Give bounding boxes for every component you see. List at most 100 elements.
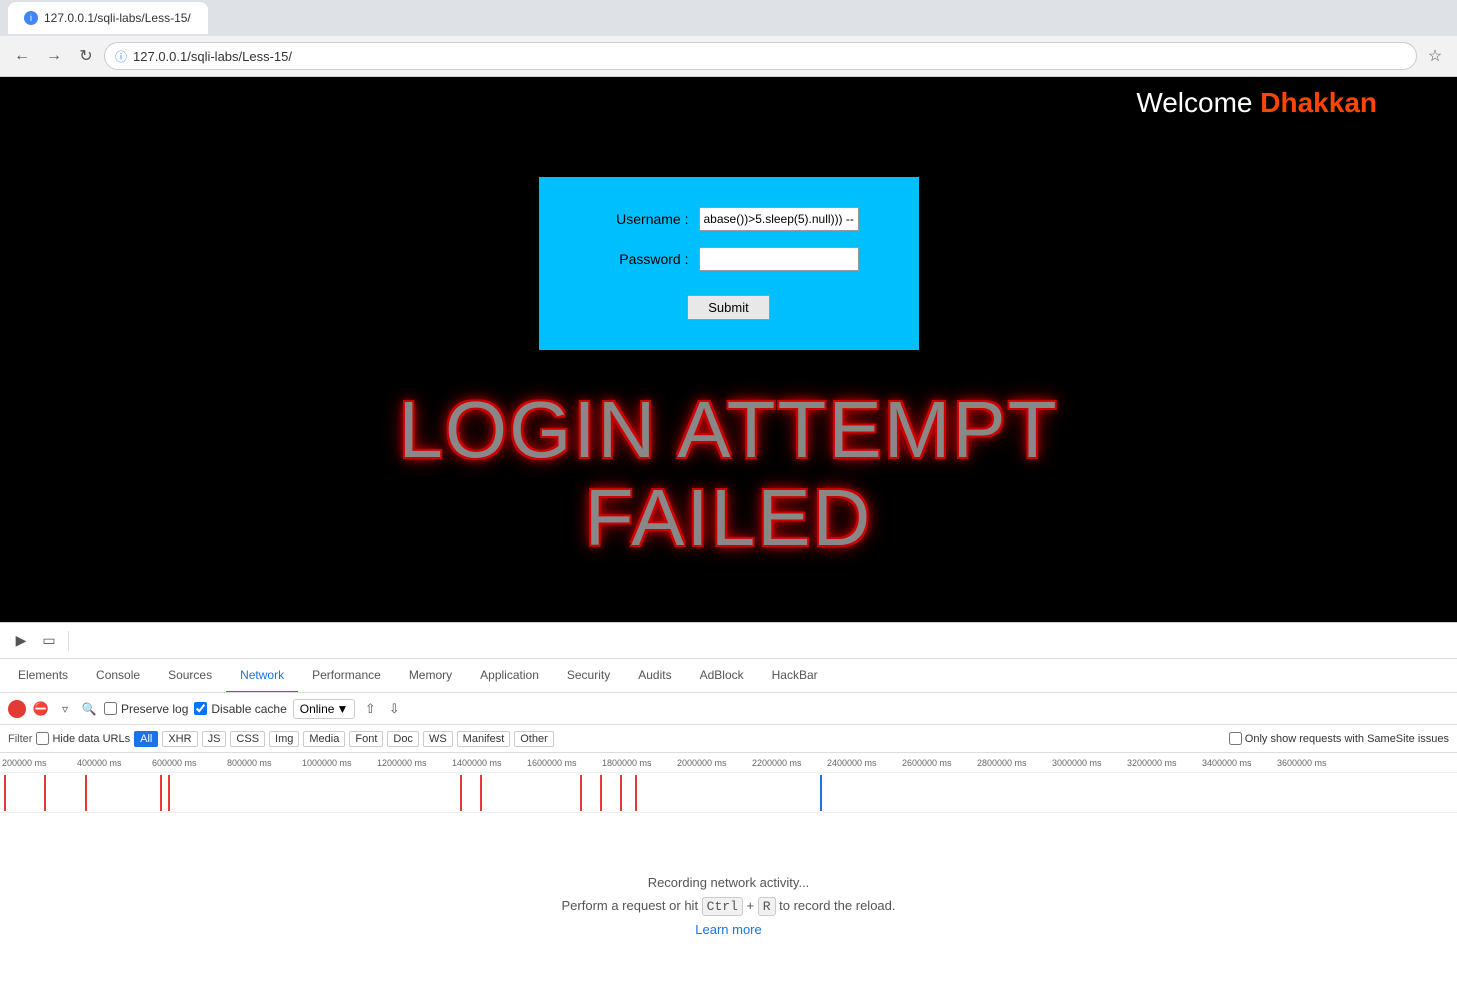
tl-label-3: 800000 ms xyxy=(225,758,300,768)
tab-performance[interactable]: Performance xyxy=(298,659,395,693)
toolbar-separator xyxy=(68,631,69,651)
devtools-tabs: Elements Console Sources Network Perform… xyxy=(0,659,1457,693)
filter-ws-button[interactable]: WS xyxy=(423,731,453,747)
bookmark-button[interactable]: ☆ xyxy=(1421,42,1449,70)
samesite-label[interactable]: Only show requests with SameSite issues xyxy=(1229,732,1449,745)
tl-label-11: 2400000 ms xyxy=(825,758,900,768)
learn-more-link[interactable]: Learn more xyxy=(695,922,761,937)
hide-data-urls-checkbox[interactable] xyxy=(36,732,49,745)
tab-application[interactable]: Application xyxy=(466,659,553,693)
throttle-chevron-icon: ▼ xyxy=(336,702,348,716)
disable-cache-label[interactable]: Disable cache xyxy=(194,702,286,716)
address-bar[interactable]: ⓘ 127.0.0.1/sqli-labs/Less-15/ xyxy=(104,42,1417,70)
timeline-labels: 200000 ms 400000 ms 600000 ms 800000 ms … xyxy=(0,753,1457,773)
tab-title: 127.0.0.1/sqli-labs/Less-15/ xyxy=(44,11,191,25)
tab-memory[interactable]: Memory xyxy=(395,659,466,693)
tab-hackbar[interactable]: HackBar xyxy=(758,659,832,693)
tl-bar-7 xyxy=(480,775,482,811)
devtools-icon-toolbar: ▶ ▭ xyxy=(0,623,1457,659)
tab-network[interactable]: Network xyxy=(226,659,298,693)
search-button[interactable]: 🔍 xyxy=(80,700,98,718)
nav-bar: ← → ↻ ⓘ 127.0.0.1/sqli-labs/Less-15/ ☆ xyxy=(0,36,1457,76)
filter-manifest-button[interactable]: Manifest xyxy=(457,731,511,747)
submit-button[interactable]: Submit xyxy=(687,295,769,320)
tl-bar-1 xyxy=(4,775,6,811)
tl-bar-9 xyxy=(600,775,602,811)
password-input[interactable] xyxy=(699,247,859,271)
tab-sources[interactable]: Sources xyxy=(154,659,226,693)
tl-label-1: 400000 ms xyxy=(75,758,150,768)
lock-icon: ⓘ xyxy=(115,48,127,65)
tl-bar-11 xyxy=(635,775,637,811)
tab-adblock[interactable]: AdBlock xyxy=(686,659,758,693)
import-button[interactable]: ⇧ xyxy=(361,700,379,718)
tl-bar-6 xyxy=(460,775,462,811)
tl-label-2: 600000 ms xyxy=(150,758,225,768)
device-toolbar-button[interactable]: ▭ xyxy=(36,628,62,654)
tl-label-12: 2600000 ms xyxy=(900,758,975,768)
filter-doc-button[interactable]: Doc xyxy=(387,731,419,747)
clear-button[interactable]: ⛔ xyxy=(32,700,50,718)
login-failed-message: LOGIN ATTEMPT FAILED xyxy=(398,386,1058,562)
tl-label-4: 1000000 ms xyxy=(300,758,375,768)
timeline-bars xyxy=(0,773,1457,813)
password-label: Password : xyxy=(599,251,689,267)
browser-chrome: i 127.0.0.1/sqli-labs/Less-15/ ← → ↻ ⓘ 1… xyxy=(0,0,1457,77)
tl-label-8: 1800000 ms xyxy=(600,758,675,768)
tab-bar: i 127.0.0.1/sqli-labs/Less-15/ xyxy=(0,0,1457,36)
network-main-area: Recording network activity... Perform a … xyxy=(0,813,1457,998)
tl-label-0: 200000 ms xyxy=(0,758,75,768)
filter-font-button[interactable]: Font xyxy=(349,731,383,747)
forward-button[interactable]: → xyxy=(40,42,68,70)
preserve-log-label[interactable]: Preserve log xyxy=(104,702,188,716)
record-button[interactable] xyxy=(8,700,26,718)
filter-bar: Filter Hide data URLs All XHR JS CSS Img… xyxy=(0,725,1457,753)
welcome-area: Welcome Dhakkan xyxy=(1136,87,1377,119)
tab-security[interactable]: Security xyxy=(553,659,624,693)
tl-label-9: 2000000 ms xyxy=(675,758,750,768)
filter-media-button[interactable]: Media xyxy=(303,731,345,747)
tl-label-17: 3600000 ms xyxy=(1275,758,1350,768)
password-row: Password : xyxy=(579,247,879,271)
welcome-label: Welcome xyxy=(1136,87,1252,118)
filter-button[interactable]: ▿ xyxy=(56,700,74,718)
reload-button[interactable]: ↻ xyxy=(72,42,100,70)
network-timeline: 200000 ms 400000 ms 600000 ms 800000 ms … xyxy=(0,753,1457,813)
browser-tab[interactable]: i 127.0.0.1/sqli-labs/Less-15/ xyxy=(8,2,208,34)
tl-bar-3 xyxy=(85,775,87,811)
network-toolbar: ⛔ ▿ 🔍 Preserve log Disable cache Online … xyxy=(0,693,1457,725)
filter-img-button[interactable]: Img xyxy=(269,731,299,747)
main-content: Welcome Dhakkan Username : Password : Su… xyxy=(0,77,1457,622)
recording-text: Recording network activity... xyxy=(648,875,810,890)
filter-all-button[interactable]: All xyxy=(134,731,158,747)
username-row: Username : xyxy=(579,207,879,231)
preserve-log-checkbox[interactable] xyxy=(104,702,117,715)
hide-data-urls-label[interactable]: Hide data URLs xyxy=(36,732,130,745)
filter-other-button[interactable]: Other xyxy=(514,731,554,747)
back-button[interactable]: ← xyxy=(8,42,36,70)
username-label: Username : xyxy=(599,211,689,227)
tl-bar-5 xyxy=(168,775,170,811)
filter-css-button[interactable]: CSS xyxy=(230,731,265,747)
filter-label: Filter xyxy=(8,733,32,745)
tl-label-13: 2800000 ms xyxy=(975,758,1050,768)
inspect-element-button[interactable]: ▶ xyxy=(8,628,34,654)
filter-js-button[interactable]: JS xyxy=(202,731,227,747)
throttle-select[interactable]: Online ▼ xyxy=(293,699,356,719)
tab-favicon: i xyxy=(24,11,38,25)
export-button[interactable]: ⇩ xyxy=(385,700,403,718)
username-input[interactable] xyxy=(699,207,859,231)
tl-label-6: 1400000 ms xyxy=(450,758,525,768)
tab-elements[interactable]: Elements xyxy=(4,659,82,693)
disable-cache-checkbox[interactable] xyxy=(194,702,207,715)
samesite-checkbox[interactable] xyxy=(1229,732,1242,745)
tl-bar-10 xyxy=(620,775,622,811)
filter-xhr-button[interactable]: XHR xyxy=(162,731,197,747)
tl-bar-blue-1 xyxy=(820,775,822,811)
tab-console[interactable]: Console xyxy=(82,659,154,693)
login-failed-line1: LOGIN ATTEMPT xyxy=(398,386,1058,474)
login-box: Username : Password : Submit xyxy=(539,177,919,350)
tab-audits[interactable]: Audits xyxy=(624,659,685,693)
login-failed-line2: FAILED xyxy=(398,474,1058,562)
tl-label-10: 2200000 ms xyxy=(750,758,825,768)
